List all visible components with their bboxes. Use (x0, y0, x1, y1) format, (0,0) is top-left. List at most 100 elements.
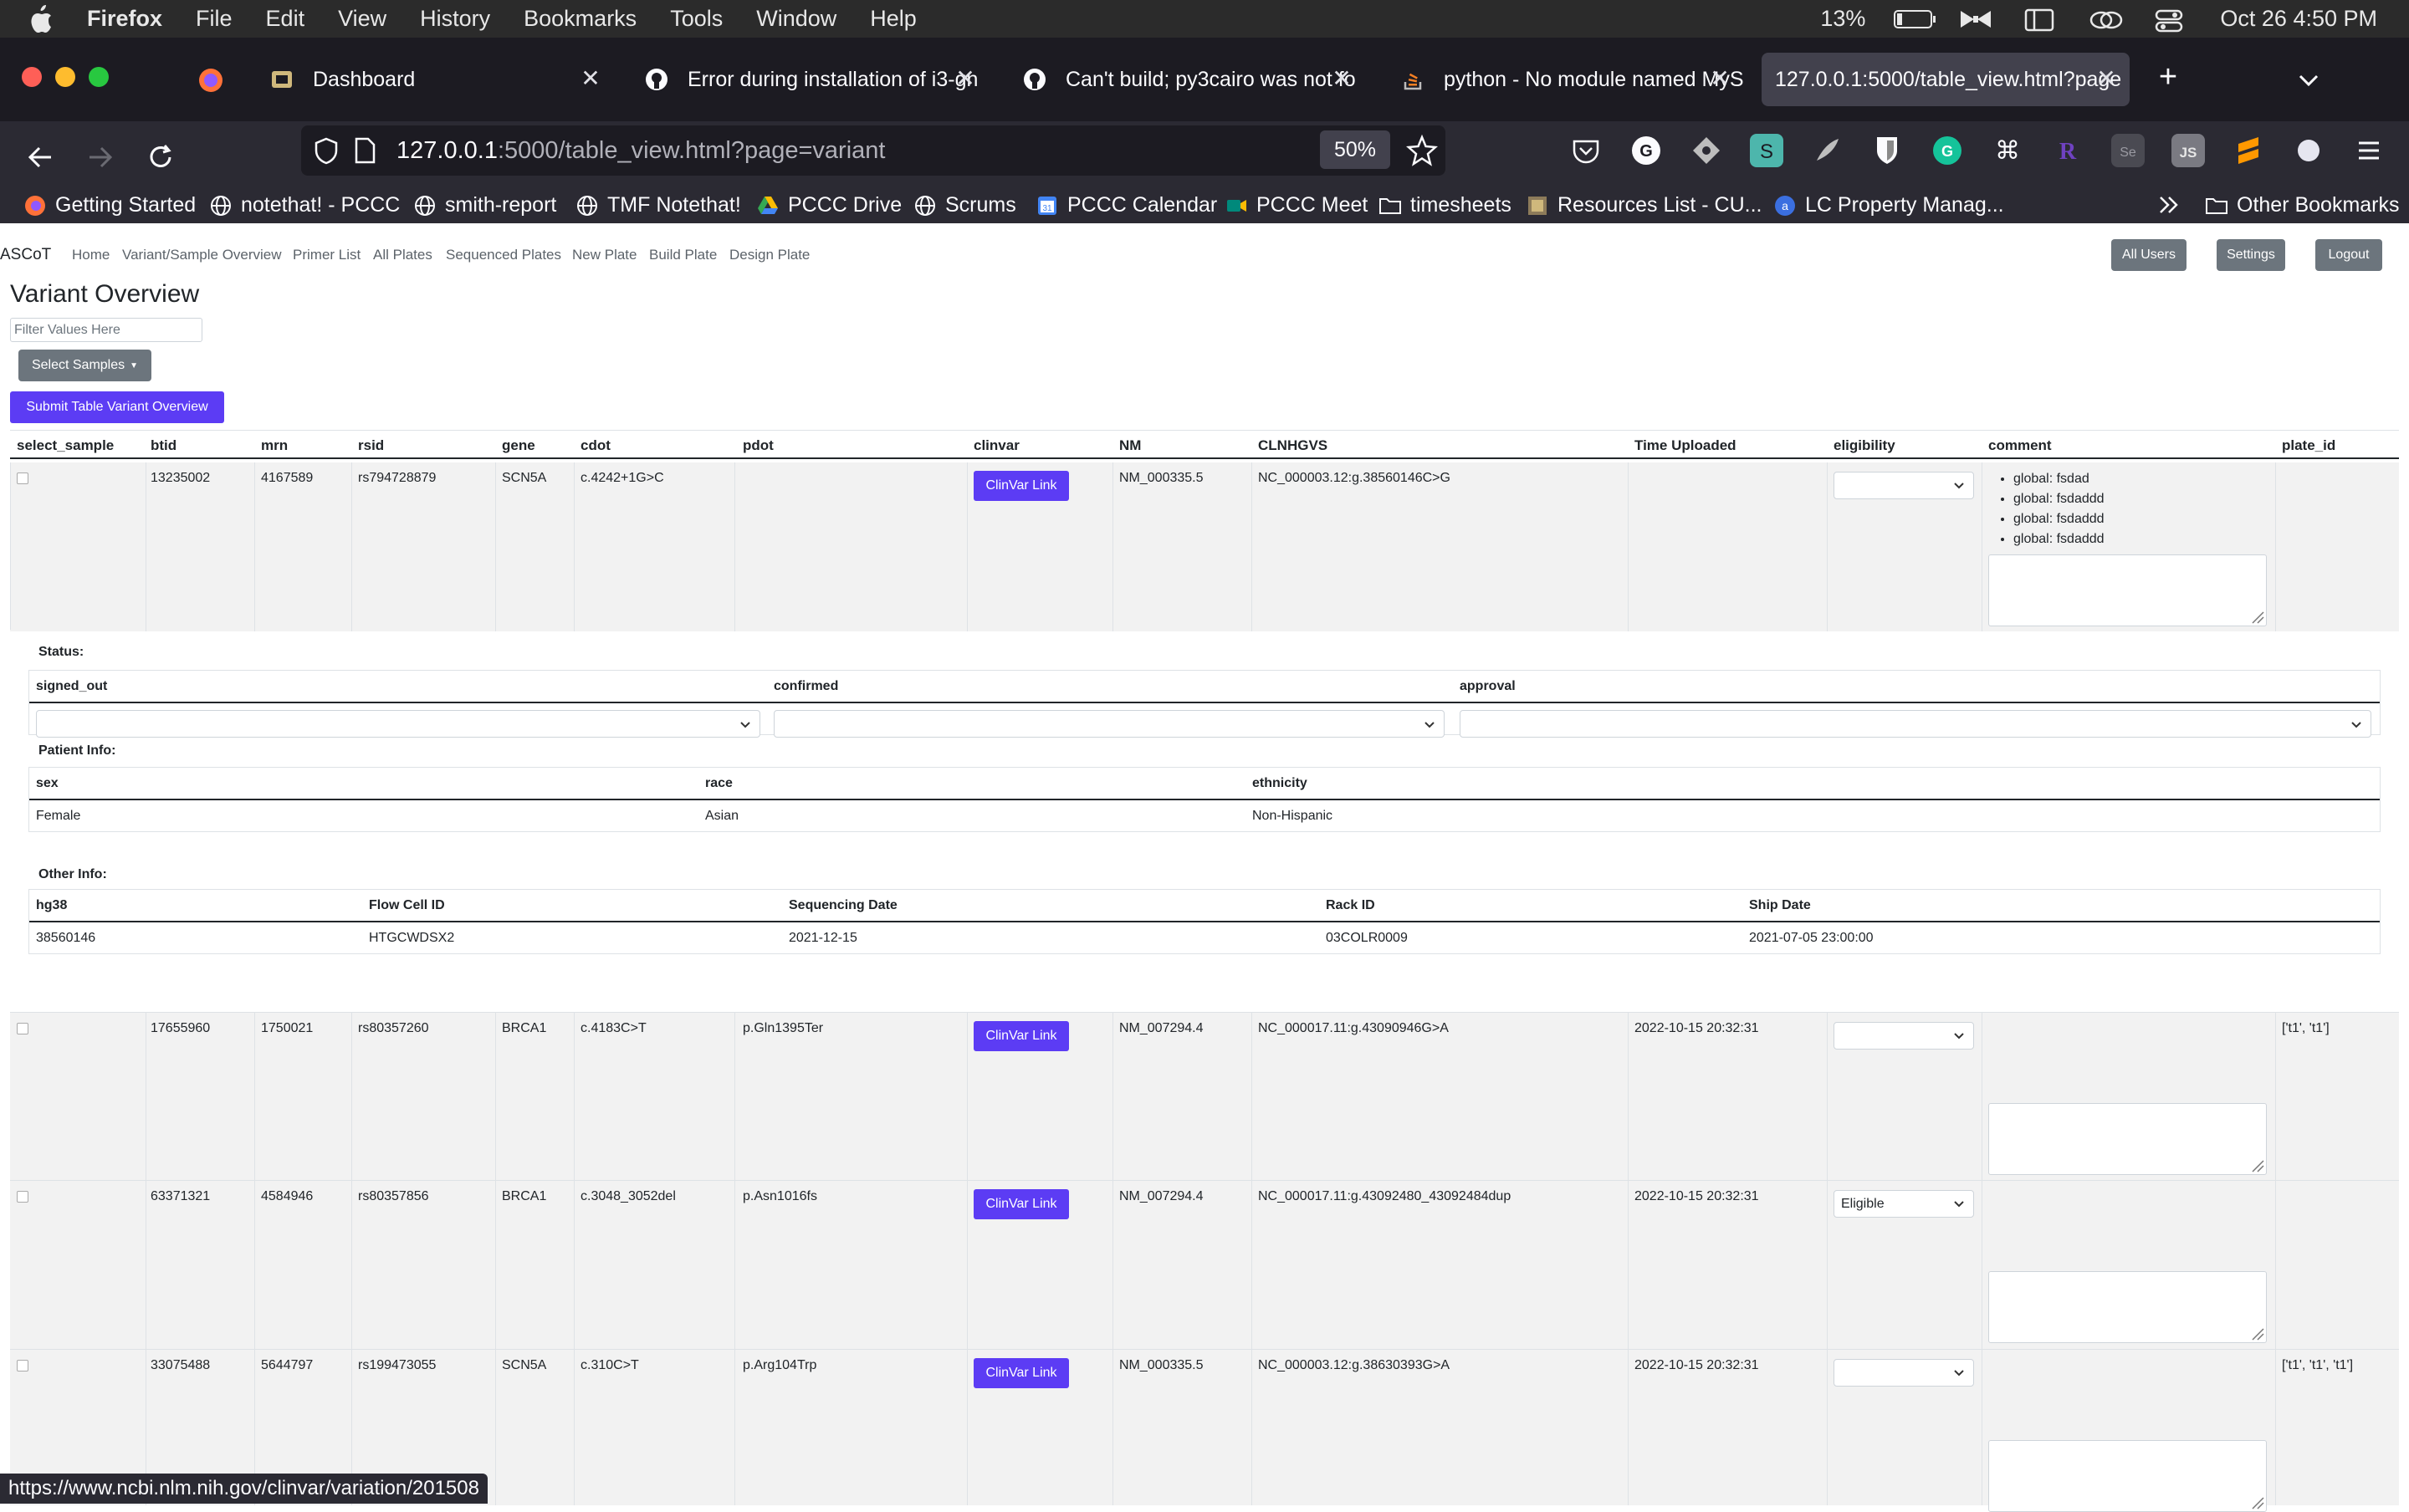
filter-input[interactable]: Filter Values Here (10, 318, 202, 342)
tab-stackoverflow[interactable]: python - No module named MyS ✕ (1384, 53, 1743, 106)
bookmark-scrums[interactable]: Scrums (913, 193, 1016, 217)
submit-table-button[interactable]: Submit Table Variant Overview (10, 391, 224, 423)
nav-sequenced-plates[interactable]: Sequenced Plates (446, 247, 561, 263)
approval-select[interactable] (1460, 710, 2371, 738)
window-zoom-button[interactable] (89, 67, 109, 87)
bookmark-pccc-calendar[interactable]: 31 PCCC Calendar (1036, 193, 1217, 217)
bookmark-pccc-drive[interactable]: PCCC Drive (756, 193, 902, 217)
select-sample-checkbox[interactable] (17, 472, 28, 484)
menu-view[interactable]: View (338, 6, 386, 32)
menu-app-firefox[interactable]: Firefox (87, 6, 162, 32)
resize-grip-icon[interactable] (2249, 609, 2264, 624)
bookmark-lc-property[interactable]: a LC Property Manag... (1773, 193, 2004, 217)
col-time-uploaded[interactable]: Time Uploaded (1634, 437, 1736, 454)
comment-textarea[interactable] (1988, 554, 2267, 626)
battery-icon[interactable] (1894, 8, 1936, 30)
close-icon[interactable]: ✕ (1328, 64, 1355, 91)
menu-bookmarks[interactable]: Bookmarks (524, 6, 637, 32)
control-center-icon[interactable] (2155, 8, 2192, 32)
forward-arrow-icon[interactable] (77, 134, 124, 181)
bookmark-smith-report[interactable]: smith-report (413, 193, 556, 217)
bowtie-icon[interactable] (1959, 8, 1996, 30)
resize-grip-icon[interactable] (2249, 1157, 2264, 1172)
apple-icon[interactable] (28, 4, 62, 33)
bookmarks-overflow-chevron-icon[interactable] (2156, 193, 2181, 217)
new-tab-button[interactable]: + (2151, 60, 2185, 94)
bitwarden-shield-icon[interactable] (1870, 134, 1904, 167)
reload-icon[interactable] (137, 134, 184, 181)
window-minimize-button[interactable] (55, 67, 75, 87)
select-samples-dropdown[interactable]: Select Samples ▼ (18, 350, 151, 381)
logout-button[interactable]: Logout (2315, 239, 2382, 271)
sidebar-icon[interactable] (2024, 8, 2061, 31)
comment-textarea[interactable] (1988, 1271, 2267, 1343)
col-btid[interactable]: btid (151, 437, 176, 454)
bookmark-star-icon[interactable] (1405, 134, 1439, 167)
menu-tools[interactable]: Tools (670, 6, 723, 32)
comment-textarea[interactable] (1988, 1103, 2267, 1175)
pocket-icon[interactable] (1569, 134, 1603, 167)
shield-icon[interactable] (313, 136, 341, 165)
grammarly-icon[interactable]: G (1931, 134, 1964, 167)
clinvar-link-button[interactable]: ClinVar Link (974, 1021, 1069, 1051)
hamburger-menu-icon[interactable] (2352, 134, 2386, 167)
bookmark-tmf-notethat[interactable]: TMF Notethat! (575, 193, 741, 217)
eligibility-select[interactable] (1834, 1359, 1974, 1387)
clock-datetime[interactable]: Oct 26 4:50 PM (2220, 6, 2377, 32)
col-select-sample[interactable]: select_sample (17, 437, 114, 454)
col-comment[interactable]: comment (1988, 437, 2052, 454)
col-clinvar[interactable]: clinvar (974, 437, 1020, 454)
close-icon[interactable]: ✕ (1706, 64, 1733, 91)
eligibility-select[interactable] (1834, 1022, 1974, 1050)
tab-table-view-active[interactable]: 127.0.0.1:5000/table_view.html?page ✕ (1762, 53, 2130, 106)
nav-primer-list[interactable]: Primer List (293, 247, 361, 263)
close-icon[interactable]: ✕ (577, 64, 604, 91)
sublime-s-icon[interactable] (2232, 134, 2265, 167)
menu-help[interactable]: Help (870, 6, 917, 32)
col-gene[interactable]: gene (502, 437, 535, 454)
settings-button[interactable]: Settings (2217, 239, 2285, 271)
command-key-icon[interactable]: ⌘ (1991, 134, 2024, 167)
tab-github-i3[interactable]: Error during installation of i3-gn ✕ (627, 53, 989, 106)
nav-all-plates[interactable]: All Plates (373, 247, 432, 263)
clinvar-link-button[interactable]: ClinVar Link (974, 1358, 1069, 1388)
col-mrn[interactable]: mrn (261, 437, 288, 454)
all-users-button[interactable]: All Users (2111, 239, 2187, 271)
resize-grip-icon[interactable] (2249, 1494, 2264, 1509)
quill-extension-icon[interactable] (1810, 134, 1844, 167)
nav-build-plate[interactable]: Build Plate (649, 247, 717, 263)
page-info-icon[interactable] (353, 136, 378, 165)
screen-mirroring-icon[interactable] (2089, 8, 2126, 30)
nav-home[interactable]: Home (72, 247, 110, 263)
menu-history[interactable]: History (420, 6, 490, 32)
menu-edit[interactable]: Edit (266, 6, 305, 32)
col-cdot[interactable]: cdot (581, 437, 611, 454)
tab-dashboard[interactable]: Dashboard ✕ (253, 53, 614, 106)
select-sample-checkbox[interactable] (17, 1360, 28, 1372)
se-extension-icon[interactable]: Se (2111, 134, 2145, 167)
col-pdot[interactable]: pdot (743, 437, 774, 454)
bookmark-other-bookmarks[interactable]: Other Bookmarks (2205, 193, 2400, 217)
diamond-extension-icon[interactable] (1690, 134, 1723, 167)
bookmark-folder-timesheets[interactable]: timesheets (1378, 193, 1511, 217)
menu-file[interactable]: File (196, 6, 233, 32)
select-sample-checkbox[interactable] (17, 1191, 28, 1203)
col-eligibility[interactable]: eligibility (1834, 437, 1895, 454)
confirmed-select[interactable] (774, 710, 1445, 738)
close-icon[interactable]: ✕ (2093, 64, 2120, 91)
back-arrow-icon[interactable] (17, 134, 64, 181)
url-text[interactable]: 127.0.0.1:5000/table_view.html?page=vari… (396, 137, 885, 165)
firefox-view-icon[interactable] (196, 65, 226, 95)
col-rsid[interactable]: rsid (358, 437, 384, 454)
resize-grip-icon[interactable] (2249, 1326, 2264, 1341)
bookmark-notethat-pccc[interactable]: notethat! - PCCC (209, 193, 400, 217)
tab-github-py3cairo[interactable]: Can't build; py3cairo was not fo ✕ (1005, 53, 1365, 106)
bookmark-getting-started[interactable]: Getting Started (23, 193, 196, 217)
account-avatar-icon[interactable] (2292, 134, 2325, 167)
col-nm[interactable]: NM (1119, 437, 1141, 454)
comment-textarea[interactable] (1988, 1440, 2267, 1512)
col-clnhgvs[interactable]: CLNHGVS (1258, 437, 1327, 454)
grammarly-g-icon[interactable]: G (1629, 134, 1663, 167)
clinvar-link-button[interactable]: ClinVar Link (974, 1189, 1069, 1219)
menu-window[interactable]: Window (756, 6, 836, 32)
